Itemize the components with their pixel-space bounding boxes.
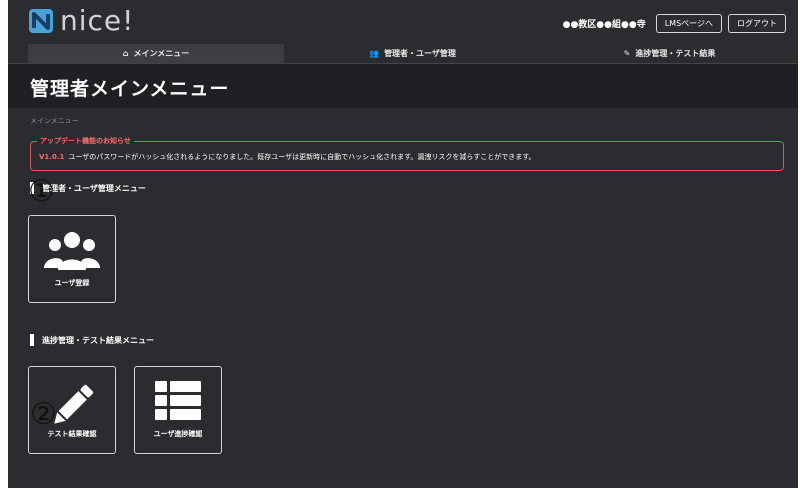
logo-icon [29, 9, 53, 33]
update-notice: アップデート機能のお知らせ V1.0.1 ユーザのパスワードがハッシュ化されるよう… [30, 136, 784, 171]
card-label: ユーザ登録 [54, 279, 90, 287]
section-title: 進捗管理・テスト結果メニュー [42, 335, 154, 345]
section-title: 管理者・ユーザ管理メニュー [42, 183, 146, 193]
lms-page-button[interactable]: LMSページへ [655, 14, 722, 33]
tab-progress-results[interactable]: ✎ 進捗管理・テスト結果 [541, 44, 798, 63]
tab-main-menu[interactable]: ⌂ メインメニュー [28, 44, 284, 63]
pencil-icon: ✎ [623, 49, 631, 58]
logo-text: nice! [60, 4, 135, 37]
list-icon [155, 381, 201, 420]
school-name: ●●教区●●組●●寺 [562, 20, 646, 30]
notice-text: ユーザのパスワードがハッシュ化されるようになりました。既存ユーザは更新時に自動で… [68, 153, 536, 161]
users-icon [44, 232, 100, 270]
tab-user-management[interactable]: 👥 管理者・ユーザ管理 [284, 44, 541, 63]
section-header-progress: 進捗管理・テスト結果メニュー [30, 334, 154, 346]
title-band: 管理者メインメニュー [8, 64, 798, 108]
user-register-card[interactable]: ユーザ登録 [28, 215, 116, 303]
breadcrumb[interactable]: メインメニュー [30, 116, 79, 126]
home-icon: ⌂ [122, 49, 129, 58]
tab-label: 管理者・ユーザ管理 [384, 49, 456, 58]
tab-label: メインメニュー [133, 49, 190, 58]
logo[interactable]: nice! [28, 6, 134, 36]
logout-button[interactable]: ログアウト [728, 14, 786, 33]
top-bar: nice! ●●教区●●組●●寺 LMSページへ ログアウト [8, 0, 798, 44]
user-progress-card[interactable]: ユーザ進捗確認 [134, 366, 222, 454]
annotation-marker-1: ① [28, 174, 55, 209]
app-frame: nice! ●●教区●●組●●寺 LMSページへ ログアウト ⌂ メインメニュー… [8, 0, 798, 488]
tab-label: 進捗管理・テスト結果 [635, 49, 716, 58]
card-label: ユーザ進捗確認 [153, 430, 203, 438]
main-nav: ⌂ メインメニュー 👥 管理者・ユーザ管理 ✎ 進捗管理・テスト結果 [8, 44, 798, 64]
page-title: 管理者メインメニュー [30, 78, 230, 100]
annotation-marker-2: ② [30, 397, 57, 432]
notice-version: V1.0.1 [39, 153, 65, 161]
notice-legend: アップデート機能のお知らせ [37, 136, 134, 146]
users-icon: 👥 [369, 49, 380, 58]
section-bar [30, 334, 34, 346]
